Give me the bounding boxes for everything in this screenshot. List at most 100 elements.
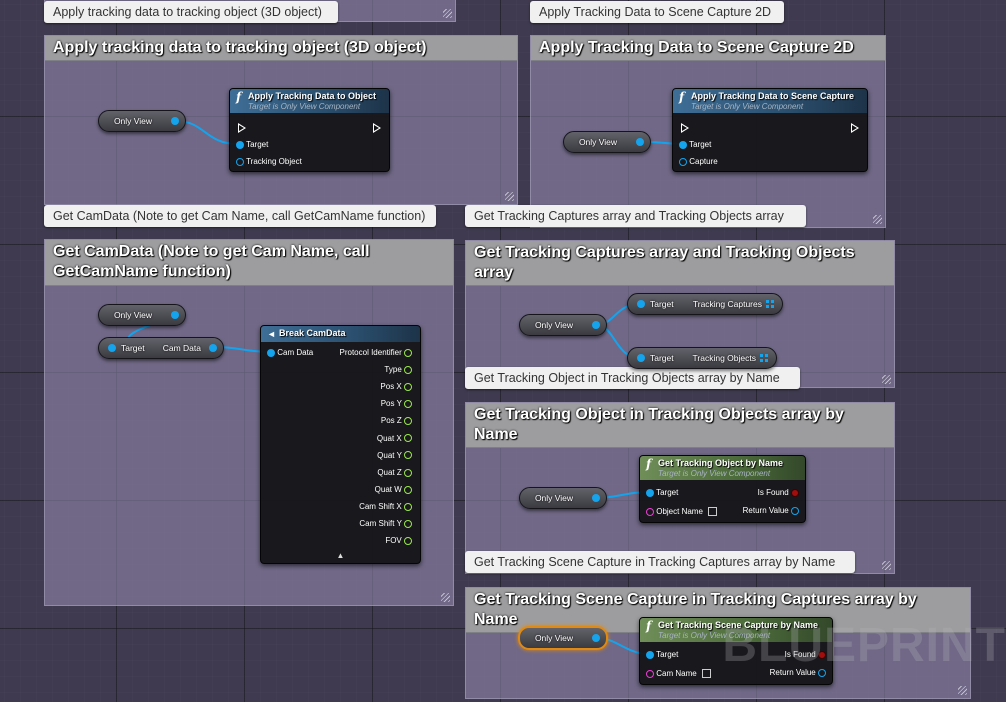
node-title: Apply Tracking Data to Object [248,91,377,101]
node-subtitle: Target is Only View Component [691,102,804,111]
output-pin[interactable] [404,468,412,477]
output-pin[interactable] [592,634,600,642]
get-tracking-object-by-name-node[interactable]: f Get Tracking Object by Name Target is … [639,455,806,523]
pin-label: Quat Z [377,467,402,477]
pin-label: Pos X [380,382,402,392]
cam-name-field[interactable] [701,669,711,679]
only-view-getter[interactable]: Only View [98,304,186,326]
getter-label: Cam Data [162,343,201,353]
pin-label: Quat Y [377,450,402,460]
capture-pin[interactable] [679,157,687,166]
pin-label: Cam Shift Y [359,519,402,528]
pin-label: FOV [385,536,402,546]
target-pin[interactable] [679,140,687,149]
target-pin[interactable] [236,140,244,149]
pin-label: Is Found [757,488,789,497]
node-header[interactable]: ◄ Break CamData [261,326,420,342]
output-pin[interactable] [404,383,412,392]
getter-label: Target [650,299,674,309]
output-pin[interactable] [404,365,412,374]
pin-label: Pos Z [380,416,402,426]
pin-label: Protocol Identifier [339,348,402,357]
output-pin[interactable] [404,485,412,494]
exec-out-pin[interactable] [373,123,381,133]
getter-label: Tracking Objects [692,353,756,363]
getter-label: Only View [578,137,618,147]
target-pin[interactable] [637,300,645,308]
output-pin[interactable] [592,321,600,329]
array-icon[interactable] [766,300,774,308]
only-view-getter[interactable]: Only View [98,110,186,132]
node-title: Apply Tracking Data to Scene Capture [691,91,855,101]
pin-label: Cam Data [277,348,314,357]
apply-tracking-data-to-object-node[interactable]: f Apply Tracking Data to Object Target i… [229,88,390,172]
pin-label: Target [656,650,679,659]
tracking-object-pin[interactable] [236,157,244,166]
only-view-getter-selected[interactable]: Only View [518,626,608,650]
getter-label: Only View [113,116,153,126]
getter-label: Only View [534,320,574,330]
node-subtitle: Target is Only View Component [248,102,361,111]
apply-tracking-data-to-scene-capture-node[interactable]: f Apply Tracking Data to Scene Capture T… [672,88,868,172]
is-found-pin[interactable] [791,488,799,497]
node-header[interactable]: f Apply Tracking Data to Object Target i… [230,89,389,113]
camdata-getter[interactable]: Target Cam Data [98,337,224,359]
object-name-pin[interactable] [646,507,654,516]
pin-label: Pos Y [380,399,402,409]
target-pin[interactable] [108,344,116,352]
node-subtitle: Target is Only View Component [658,469,771,478]
pin-label: Return Value [742,506,789,515]
node-header[interactable]: f Get Tracking Object by Name Target is … [640,456,805,480]
tracking-captures-getter[interactable]: Target Tracking Captures [627,293,783,315]
only-view-getter[interactable]: Only View [519,314,607,336]
getter-label: Only View [113,310,153,320]
output-pin[interactable] [209,344,217,352]
break-camdata-node[interactable]: ◄ Break CamData Cam Data Protocol Identi… [260,325,421,564]
getter-label: Target [121,343,145,353]
object-name-field[interactable] [707,507,717,517]
expand-arrow-icon[interactable]: ▲ [261,551,420,560]
cam-name-pin[interactable] [646,669,654,678]
output-pin[interactable] [592,494,600,502]
function-icon: f [646,457,652,471]
only-view-getter[interactable]: Only View [563,131,651,153]
pin-label: Tracking Object [246,157,302,166]
node-title: Break CamData [279,328,346,338]
pin-label: Cam Shift X [359,501,402,511]
output-pin[interactable] [404,451,412,460]
getter-label: Tracking Captures [692,299,762,309]
exec-in-pin[interactable] [681,123,689,133]
return-value-pin[interactable] [791,506,799,515]
getter-label: Only View [534,493,574,503]
pin-label: Target [656,488,679,497]
exec-in-pin[interactable] [238,123,246,133]
exec-out-pin[interactable] [851,123,859,133]
break-struct-icon: ◄ [267,329,276,339]
blueprint-watermark: BLUEPRINT [722,619,1006,672]
output-pin[interactable] [636,138,644,146]
target-pin[interactable] [637,354,645,362]
output-pin[interactable] [171,311,179,319]
pin-label: Capture [689,157,718,166]
target-pin[interactable] [646,650,654,659]
pin-label: Target [689,140,712,149]
output-pin[interactable] [404,348,412,357]
output-pin[interactable] [404,434,412,443]
node-header[interactable]: f Apply Tracking Data to Scene Capture T… [673,89,867,113]
output-pin[interactable] [171,117,179,125]
camdata-input-pin[interactable] [267,348,275,357]
output-pin[interactable] [404,400,412,409]
array-icon[interactable] [760,354,768,362]
output-pin[interactable] [404,502,412,511]
pin-label: Type [384,365,402,375]
node-title: Get Tracking Object by Name [658,458,784,468]
only-view-getter[interactable]: Only View [519,487,607,509]
pin-label: Cam Name [656,669,697,678]
pin-label: Object Name [656,507,703,516]
output-pin[interactable] [404,519,412,528]
tracking-objects-getter[interactable]: Target Tracking Objects [627,347,777,369]
target-pin[interactable] [646,488,654,497]
function-icon: f [679,90,685,104]
output-pin[interactable] [404,417,412,426]
output-pin[interactable] [404,536,412,545]
